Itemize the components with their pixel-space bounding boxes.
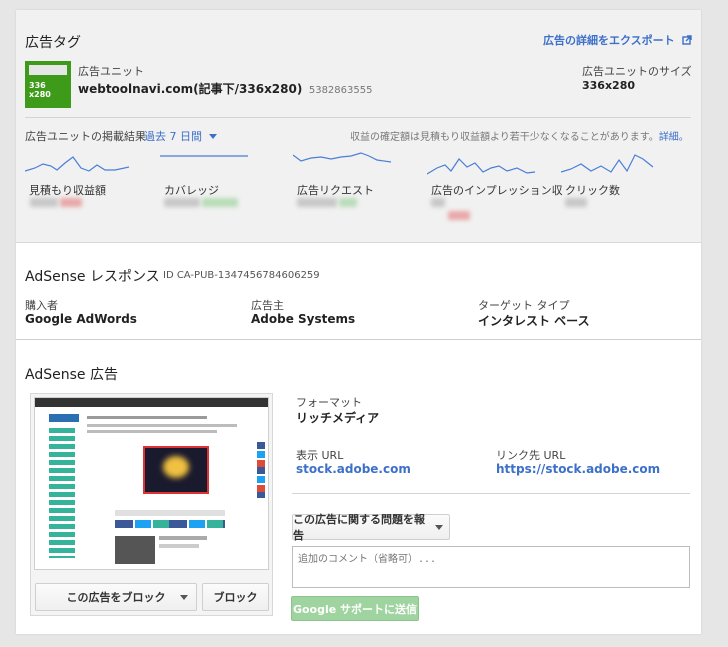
metric-coverage-label: カバレッジ: [164, 184, 219, 197]
comment-textarea[interactable]: [292, 546, 690, 588]
dropdown-triangle-icon: [208, 134, 217, 139]
ad-unit-id: 5382863555: [308, 85, 373, 96]
date-range-dropdown[interactable]: 過去 7 日間: [144, 128, 217, 144]
buyer-value: Google AdWords: [25, 312, 137, 326]
block-this-ad-label: この広告をブロック: [66, 591, 166, 604]
performance-label: 広告ユニットの掲載結果: [25, 130, 146, 143]
ad-preview-panel: この広告をブロック ブロック: [30, 393, 273, 616]
format-value: リッチメディア: [296, 411, 380, 425]
blurred-delta: [339, 198, 357, 207]
blurred-value: [30, 198, 58, 207]
export-details-link[interactable]: 広告の詳細をエクスポート: [543, 32, 692, 48]
ad-unit-thumb-size: 336 x280: [29, 81, 51, 99]
buyer-label: 購入者: [25, 299, 58, 312]
sparkline-coverage: [160, 155, 248, 157]
targeting-value: インタレスト ベース: [478, 314, 590, 328]
sparkline-estimated-earnings: [25, 156, 130, 172]
sparkline-clicks: [561, 154, 654, 173]
ad-screenshot: [34, 397, 269, 570]
response-title: AdSense レスポンス: [25, 269, 160, 285]
blurred-value: [297, 198, 337, 207]
submit-to-support-button[interactable]: Google サポートに送信: [291, 596, 419, 621]
sparkline-impressions: [427, 158, 536, 175]
ad-unit-label: 広告ユニット: [78, 65, 144, 78]
report-issue-button[interactable]: この広告に関する問題を報告: [292, 513, 450, 542]
destination-url-link[interactable]: https://stock.adobe.com: [496, 462, 660, 476]
section-divider: [16, 339, 701, 340]
ad-unit-thumbnail: 336 x280: [25, 61, 71, 108]
blurred-value: [164, 198, 200, 207]
advertiser-label: 広告主: [251, 299, 284, 312]
section-title: 広告タグ: [25, 35, 81, 51]
ad-unit-name: webtoolnavi.com(記事下/336x280): [78, 82, 303, 96]
blurred-value: [431, 198, 445, 207]
ad-tag-section: 広告タグ 広告の詳細をエクスポート 336 x280 広告ユニット webtoo…: [16, 10, 701, 243]
block-button[interactable]: ブロック: [202, 583, 269, 611]
dropdown-triangle-icon: [180, 595, 188, 600]
ad-review-card: 広告タグ 広告の詳細をエクスポート 336 x280 広告ユニット webtoo…: [16, 10, 701, 634]
date-range-label: 過去 7 日間: [144, 130, 202, 143]
targeting-label: ターゲット タイプ: [478, 299, 570, 312]
report-issue-label: この広告に関する問題を報告: [293, 513, 425, 542]
display-url-link[interactable]: stock.adobe.com: [296, 462, 411, 476]
metric-impressions-label: 広告のインプレッション収: [431, 184, 563, 197]
export-link-label: 広告の詳細をエクスポート: [543, 34, 675, 47]
destination-url-label: リンク先 URL: [496, 449, 566, 462]
blurred-delta: [448, 211, 470, 220]
external-link-icon: [681, 35, 692, 45]
dropdown-triangle-icon: [435, 525, 443, 530]
blurred-delta: [60, 198, 82, 207]
display-url-label: 表示 URL: [296, 449, 344, 462]
details-link[interactable]: 詳細。: [659, 132, 689, 143]
format-label: フォーマット: [296, 396, 362, 409]
block-this-ad-button[interactable]: この広告をブロック: [35, 583, 197, 611]
metric-clicks-label: クリック数: [565, 184, 620, 197]
ad-unit-size-value: 336x280: [582, 79, 636, 92]
advertiser-value: Adobe Systems: [251, 312, 356, 326]
revenue-note: 収益の確定額は見積もり収益額より若干少なくなることがあります。: [350, 132, 659, 143]
ad-section-title: AdSense 広告: [25, 367, 118, 383]
metric-estimated-earnings-label: 見積もり収益額: [29, 184, 106, 197]
blurred-delta: [202, 198, 238, 207]
blurred-value: [565, 198, 587, 207]
sparkline-ad-requests: [293, 152, 392, 163]
metric-ad-requests-label: 広告リクエスト: [297, 184, 374, 197]
ad-unit-size-label: 広告ユニットのサイズ: [582, 65, 692, 78]
response-id: ID CA-PUB-1347456784606259: [163, 270, 320, 281]
